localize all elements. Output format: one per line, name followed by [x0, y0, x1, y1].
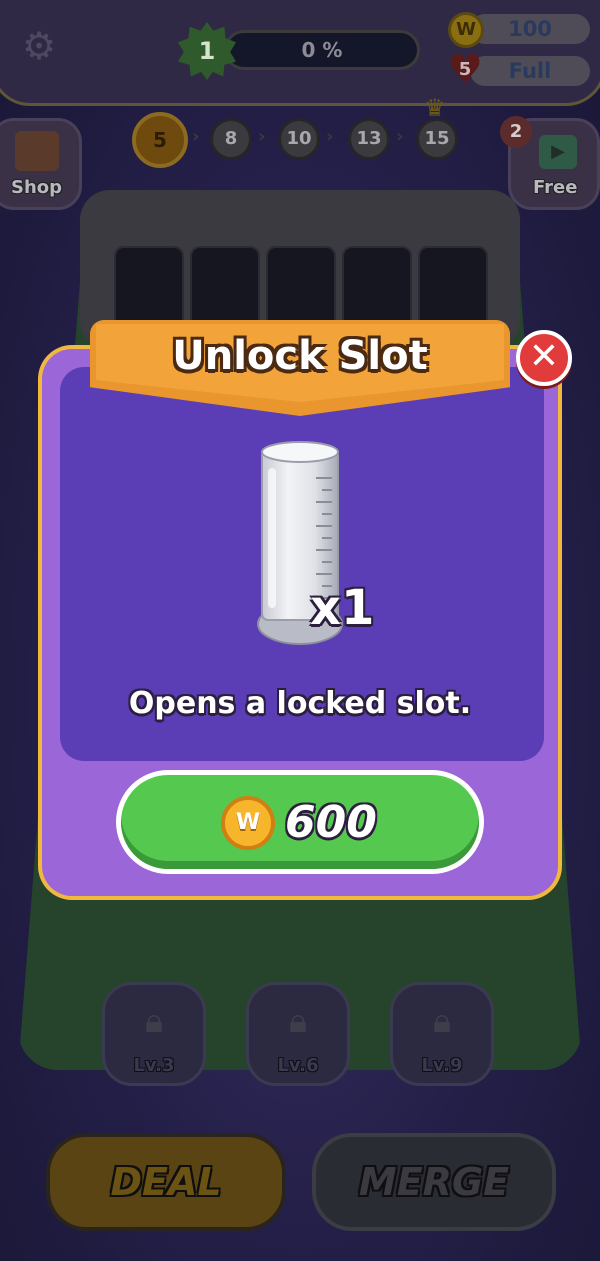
lock-icon: 🔒︎	[288, 1001, 308, 1041]
stage-item: 8	[210, 118, 252, 160]
dialog-description: Opens a locked slot.	[128, 686, 472, 721]
crown-icon: ♛	[424, 94, 446, 122]
free-label: Free	[533, 177, 578, 198]
shop-button[interactable]: Shop	[0, 118, 82, 210]
coin-icon[interactable]: W	[448, 12, 484, 48]
deal-button[interactable]: DEAL	[46, 1133, 286, 1231]
buy-button[interactable]: W 600	[116, 770, 484, 874]
lock-icon: 🔒︎	[432, 1001, 452, 1041]
locked-slot-level: Lv.3	[133, 1055, 175, 1076]
stage-item: 13	[348, 118, 390, 160]
deal-label: DEAL	[110, 1160, 222, 1204]
stage-current: 5	[132, 112, 188, 168]
price-label: 600	[285, 797, 377, 848]
coin-counter: 100	[470, 14, 590, 44]
free-count-badge: 2	[500, 116, 532, 148]
shop-label: Shop	[11, 177, 63, 198]
stage-item: 10	[278, 118, 320, 160]
locked-slot-level: Lv.6	[277, 1055, 319, 1076]
merge-button[interactable]: MERGE	[312, 1133, 556, 1231]
lives-status: Full	[470, 56, 590, 86]
chevron-right-icon: ›	[258, 126, 266, 147]
level-progress-text: 0 %	[301, 38, 343, 62]
level-number: 1	[198, 37, 216, 65]
lives-count: 5	[458, 59, 472, 80]
stage-item: 15	[416, 118, 458, 160]
locked-slot[interactable]: 🔒︎ Lv.6	[246, 982, 350, 1086]
locked-slot-level: Lv.9	[421, 1055, 463, 1076]
chevron-right-icon: ›	[192, 126, 200, 147]
close-button[interactable]: ✕	[516, 330, 572, 386]
chevron-right-icon: ›	[396, 126, 404, 147]
coin-icon: W	[221, 796, 275, 850]
video-play-icon: ▶	[539, 135, 577, 169]
lock-icon: 🔒︎	[144, 1001, 164, 1041]
locked-slot[interactable]: 🔒︎ Lv.3	[102, 982, 206, 1086]
item-quantity: x1	[310, 580, 375, 636]
dialog-title: Unlock Slot	[172, 333, 428, 379]
settings-gear-icon[interactable]: ⚙	[22, 26, 56, 66]
merge-label: MERGE	[358, 1160, 510, 1204]
buy-button-face: W 600	[121, 775, 479, 869]
shop-icon	[15, 131, 59, 171]
locked-slot[interactable]: 🔒︎ Lv.9	[390, 982, 494, 1086]
chevron-right-icon: ›	[326, 126, 334, 147]
